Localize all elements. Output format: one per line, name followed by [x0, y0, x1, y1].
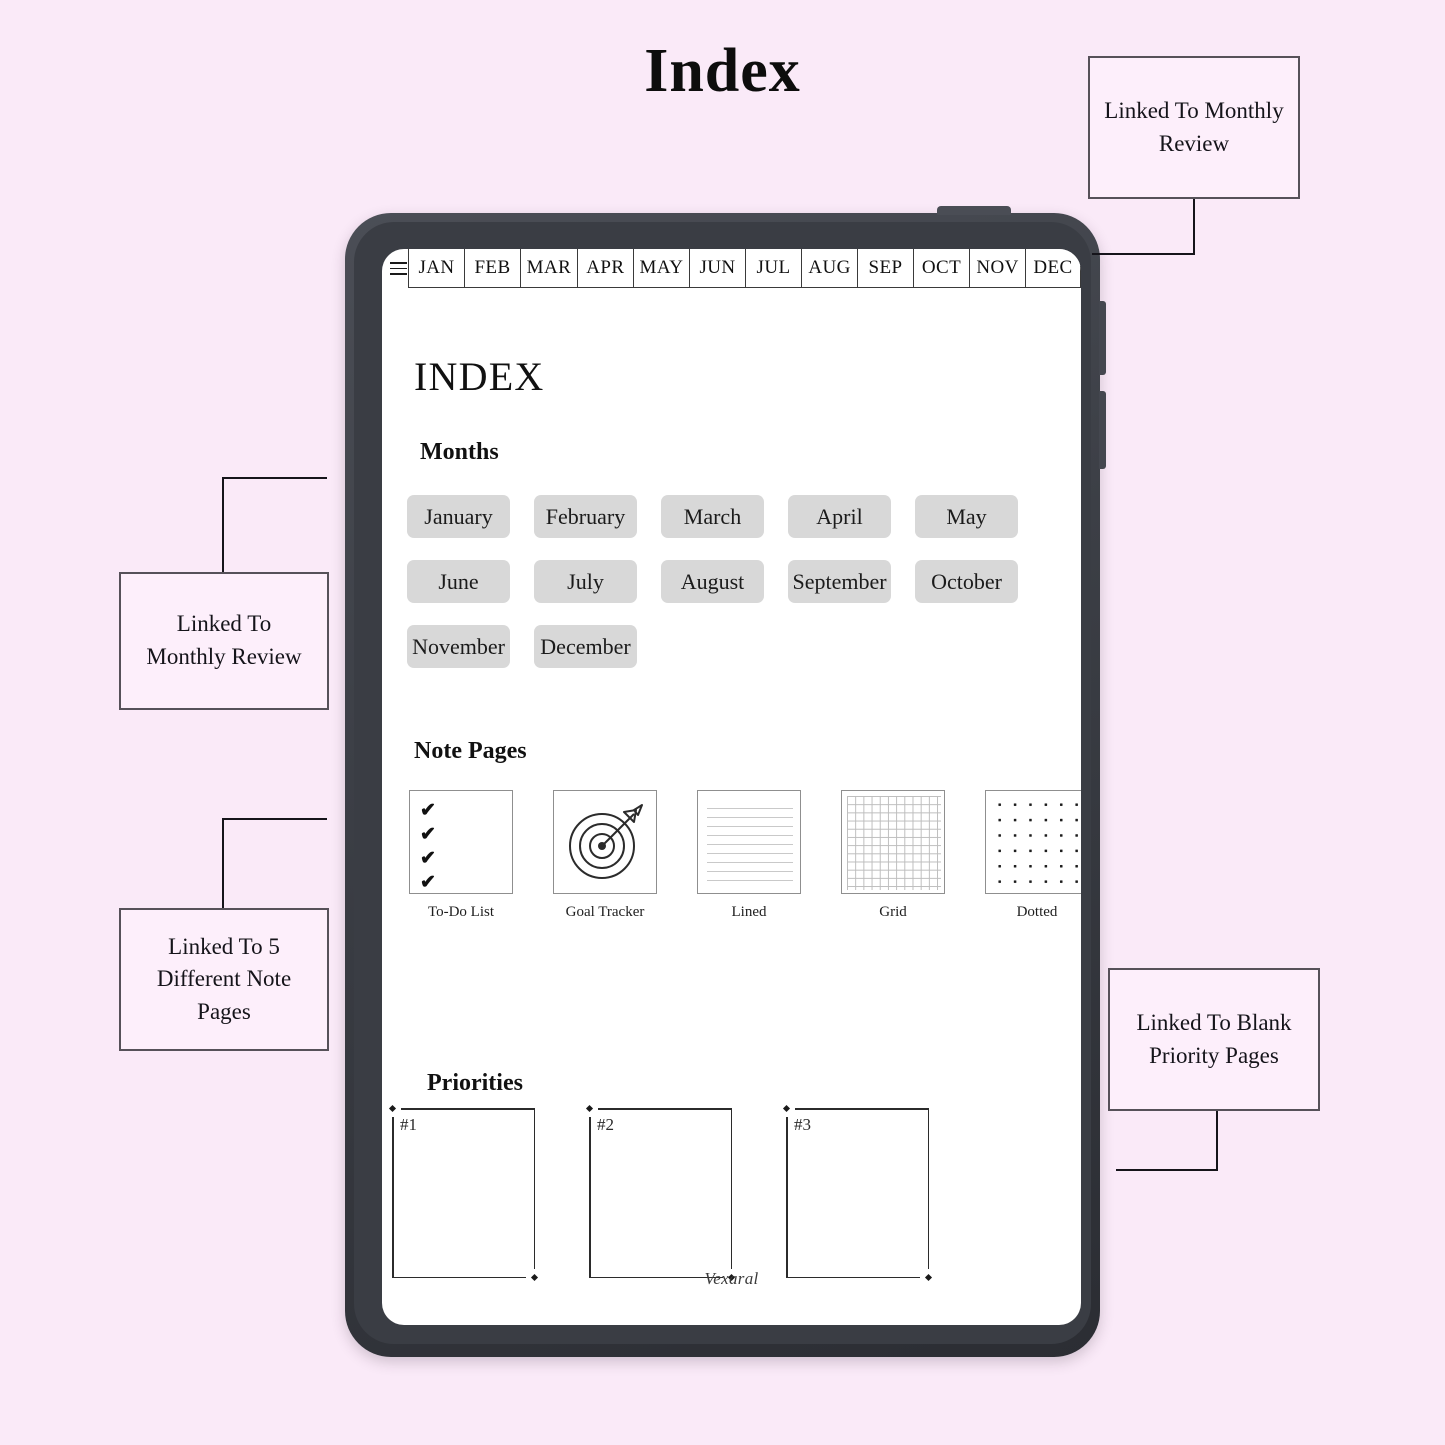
month-tab-dec[interactable]: DEC [1025, 249, 1081, 288]
callout-linked-monthly-review-top: Linked To Monthly Review [1088, 56, 1300, 199]
month-chip-august[interactable]: August [661, 560, 764, 603]
month-tab-mar[interactable]: MAR [520, 249, 577, 288]
month-chip-may[interactable]: May [915, 495, 1018, 538]
month-chip-november[interactable]: November [407, 625, 510, 668]
month-chip-january[interactable]: January [407, 495, 510, 538]
months-section-heading: Months [420, 439, 499, 465]
connector-line-monthly-top-horizontal [1092, 253, 1195, 255]
volume-down-button[interactable] [1099, 391, 1106, 469]
checklist-icon: ✔ ✔ ✔ ✔ [409, 790, 513, 894]
index-page-title: INDEX [414, 354, 545, 399]
priority-box-1[interactable]: #1 [388, 1104, 539, 1282]
month-tab-may[interactable]: MAY [632, 249, 690, 288]
note-thumb-lined[interactable]: Lined [697, 790, 801, 921]
target-arrow-icon [553, 790, 657, 894]
note-thumb-goal-tracker[interactable]: Goal Tracker [553, 790, 657, 921]
connector-line-priority-horizontal [1116, 1169, 1218, 1171]
month-tab-sep[interactable]: SEP [857, 249, 914, 288]
month-chip-march[interactable]: March [661, 495, 764, 538]
callout-linked-priority-pages: Linked To Blank Priority Pages [1108, 968, 1320, 1111]
month-tab-oct[interactable]: OCT [913, 249, 970, 288]
month-chip-june[interactable]: June [407, 560, 510, 603]
priority-box-3[interactable]: #3 [782, 1104, 933, 1282]
index-page-content: INDEX Months January February March Apri… [382, 288, 1081, 1325]
dotted-paper-icon [985, 790, 1081, 894]
note-thumb-label: Goal Tracker [565, 904, 645, 920]
month-tab-jan[interactable]: JAN [408, 249, 464, 288]
month-chip-grid: January February March April May June Ju… [407, 495, 1081, 668]
priorities-section-heading: Priorities [427, 1070, 523, 1096]
note-page-thumbnail-row: ✔ ✔ ✔ ✔ To-Do List Goal Tracker Lined Gr… [409, 790, 1081, 921]
connector-line-notes-horizontal [222, 818, 327, 820]
tablet-bezel: JAN FEB MAR APR MAY JUN JUL AUG SEP OCT … [354, 222, 1091, 1344]
lined-paper-icon [697, 790, 801, 894]
footer-brand: Vexaral [704, 1269, 759, 1288]
priority-number: #1 [400, 1115, 417, 1134]
month-tab-apr[interactable]: APR [576, 249, 633, 288]
note-thumb-label: Dotted [1016, 904, 1058, 920]
note-thumb-label: To-Do List [427, 904, 495, 920]
grid-paper-icon [841, 790, 945, 894]
month-tab-bar: JAN FEB MAR APR MAY JUN JUL AUG SEP OCT … [382, 249, 1081, 288]
diamond-marker-icon [388, 1104, 397, 1113]
note-thumb-label: Lined [731, 904, 767, 920]
month-chip-february[interactable]: February [534, 495, 637, 538]
month-chip-july[interactable]: July [534, 560, 637, 603]
note-thumb-label: Grid [879, 904, 907, 920]
note-pages-section-heading: Note Pages [414, 738, 527, 764]
month-tab-aug[interactable]: AUG [801, 249, 858, 288]
tablet-device: JAN FEB MAR APR MAY JUN JUL AUG SEP OCT … [345, 206, 1106, 1357]
volume-up-button[interactable] [1099, 301, 1106, 375]
callout-linked-note-pages: Linked To 5 Different Note Pages [119, 908, 329, 1051]
priority-box-2[interactable]: #2 [585, 1104, 736, 1282]
priority-number: #3 [794, 1115, 811, 1134]
month-chip-december[interactable]: December [534, 625, 637, 668]
connector-line-notes-vertical [222, 818, 224, 909]
connector-line-monthly-left-horizontal [222, 477, 327, 479]
tablet-screen: JAN FEB MAR APR MAY JUN JUL AUG SEP OCT … [382, 249, 1081, 1325]
priority-box-row: #1 #2 #3 [388, 1104, 1081, 1282]
month-chip-september[interactable]: September [788, 560, 891, 603]
month-tab-jun[interactable]: JUN [689, 249, 746, 288]
note-thumb-todo-list[interactable]: ✔ ✔ ✔ ✔ To-Do List [409, 790, 513, 921]
priority-number: #2 [597, 1115, 614, 1134]
connector-line-monthly-left-vertical [222, 477, 224, 573]
note-thumb-grid[interactable]: Grid [841, 790, 945, 921]
note-thumb-dotted[interactable]: Dotted [985, 790, 1081, 921]
connector-line-priority-vertical [1216, 1110, 1218, 1171]
hamburger-menu-icon[interactable] [382, 249, 408, 288]
month-tab-nov[interactable]: NOV [969, 249, 1026, 288]
connector-line-monthly-top-vertical [1193, 199, 1195, 255]
month-chip-april[interactable]: April [788, 495, 891, 538]
month-tab-jul[interactable]: JUL [745, 249, 802, 288]
diamond-marker-icon [585, 1104, 594, 1113]
power-button[interactable] [937, 206, 1011, 215]
callout-linked-monthly-review-left: Linked To Monthly Review [119, 572, 329, 710]
diamond-marker-icon [782, 1104, 791, 1113]
month-tab-feb[interactable]: FEB [464, 249, 520, 288]
month-chip-october[interactable]: October [915, 560, 1018, 603]
